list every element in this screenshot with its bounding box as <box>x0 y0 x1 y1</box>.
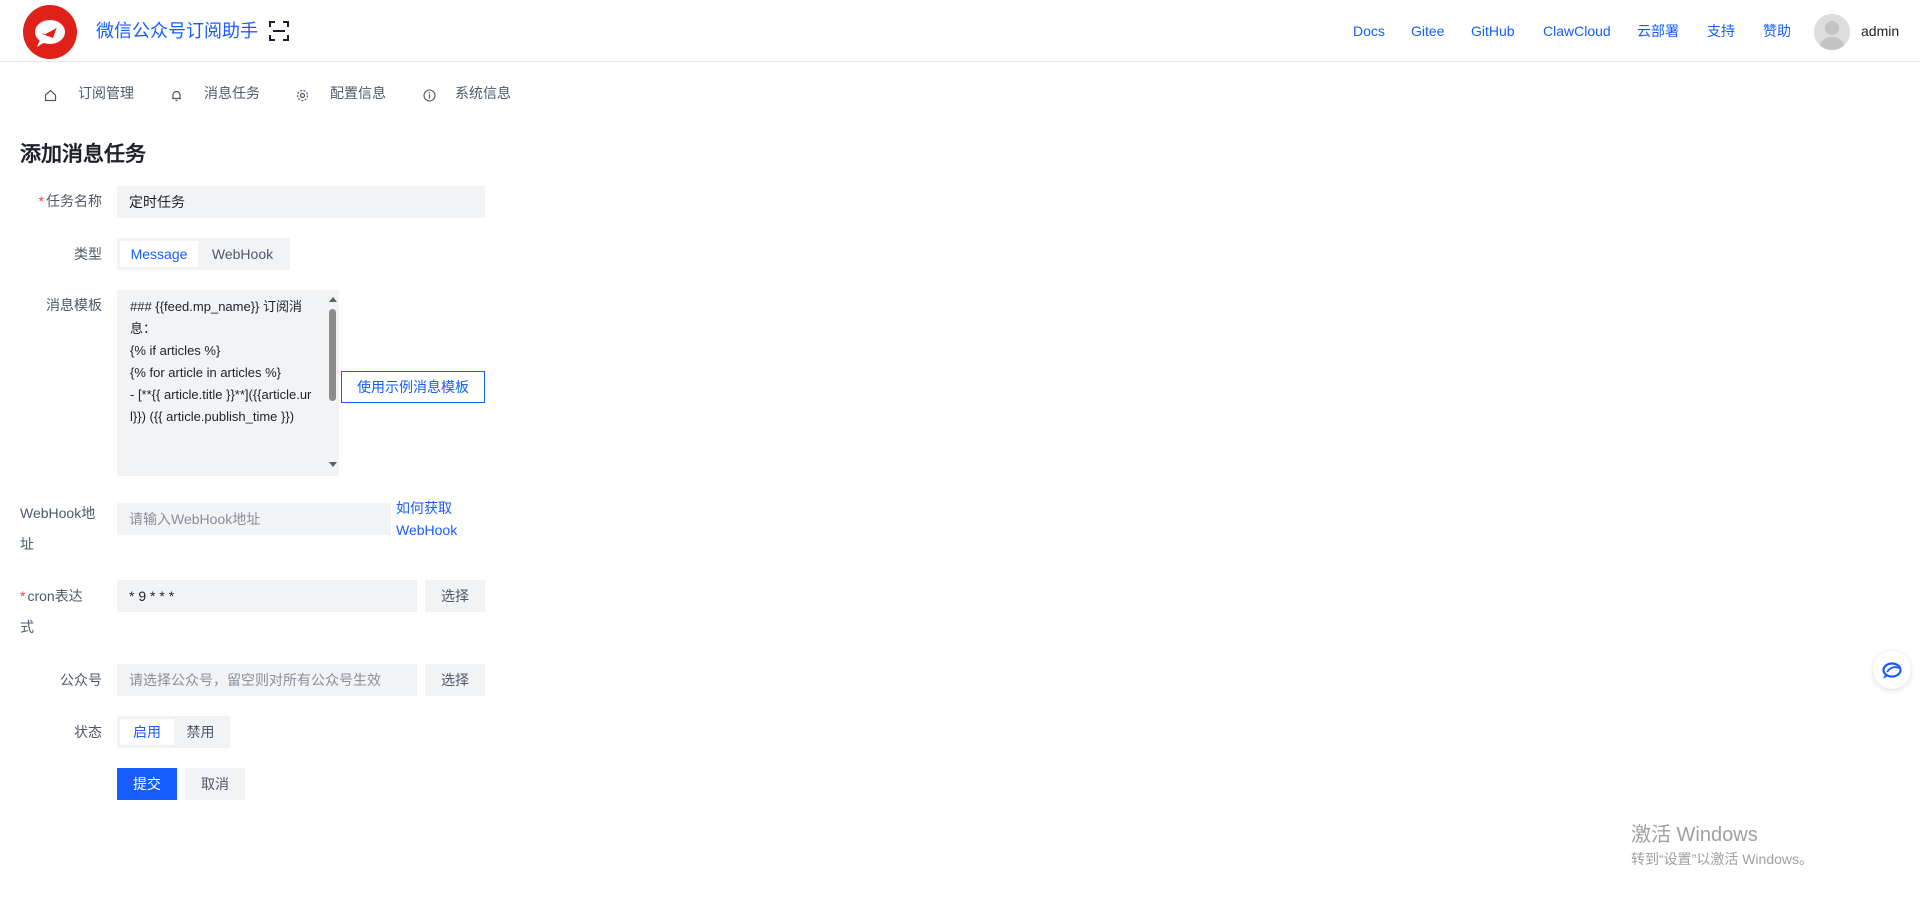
floating-help-button[interactable] <box>1873 651 1911 689</box>
tab-config-info[interactable]: 配置信息 <box>296 83 392 103</box>
task-name-label: * 任务名称 <box>38 193 102 209</box>
tab-label: 配置信息 <box>330 85 386 101</box>
tab-message-tasks[interactable]: 消息任务 <box>170 83 266 103</box>
account-label: 公众号 <box>60 672 102 688</box>
nav-sponsor-link[interactable]: 赞助 <box>1763 22 1791 40</box>
status-segmented: 启用 禁用 <box>117 716 230 748</box>
user-avatar-icon <box>1814 14 1850 50</box>
task-name-input[interactable]: 定时任务 <box>117 186 485 218</box>
page-title: 添加消息任务 <box>20 143 146 166</box>
bell-icon <box>170 87 183 102</box>
type-label: 类型 <box>74 246 102 262</box>
nav-gitee-link[interactable]: Gitee <box>1411 22 1444 40</box>
type-segmented: Message WebHook <box>117 238 290 270</box>
template-scrollbar[interactable] <box>327 292 339 474</box>
status-option-enabled[interactable]: 启用 <box>120 719 174 745</box>
fullscreen-icon[interactable] <box>269 21 289 41</box>
activate-windows-subtitle: 转到“设置”以激活 Windows。 <box>1631 851 1814 867</box>
username[interactable]: admin <box>1861 23 1899 39</box>
tab-label: 消息任务 <box>204 85 260 101</box>
cron-input[interactable]: * 9 * * * <box>117 580 417 612</box>
nav-cloud-deploy-link[interactable]: 云部署 <box>1637 22 1679 40</box>
nav-github-link[interactable]: GitHub <box>1471 22 1515 40</box>
webhook-label: WebHook地址 <box>20 505 96 552</box>
tab-subscription-manage[interactable]: 订阅管理 <box>44 83 140 103</box>
account-input[interactable]: 请选择公众号，留空则对所有公众号生效 <box>117 664 417 696</box>
scroll-down-arrow-icon[interactable] <box>329 462 337 467</box>
app-title[interactable]: 微信公众号订阅助手 <box>96 20 258 42</box>
avatar[interactable] <box>1814 14 1850 50</box>
cancel-button[interactable]: 取消 <box>185 768 245 800</box>
activate-windows-title: 激活 Windows <box>1631 824 1758 846</box>
submit-button[interactable]: 提交 <box>117 768 177 800</box>
tab-system-info[interactable]: 系统信息 <box>423 83 519 103</box>
use-example-template-button[interactable]: 使用示例消息模板 <box>341 371 485 403</box>
type-option-message[interactable]: Message <box>120 241 198 267</box>
scroll-up-arrow-icon[interactable] <box>329 297 337 302</box>
home-icon <box>44 87 57 102</box>
info-icon <box>423 87 436 102</box>
nav-support-link[interactable]: 支持 <box>1707 22 1735 40</box>
template-textarea[interactable]: ### {{feed.mp_name}} 订阅消息： {% if article… <box>117 290 339 476</box>
tab-label: 系统信息 <box>455 85 511 101</box>
template-label: 消息模板 <box>46 297 102 313</box>
scroll-thumb[interactable] <box>329 309 336 401</box>
required-mark: * <box>38 193 44 209</box>
top-header: 微信公众号订阅助手 Docs Gitee GitHub ClawCloud 云部… <box>0 0 1920 62</box>
tab-label: 订阅管理 <box>78 85 134 101</box>
cron-label: * cron表达式 <box>20 588 83 635</box>
gear-icon <box>296 87 309 102</box>
nav-docs-link[interactable]: Docs <box>1353 22 1385 40</box>
type-option-webhook[interactable]: WebHook <box>198 241 287 267</box>
webhook-input[interactable]: 请输入WebHook地址 <box>117 503 391 535</box>
how-to-get-webhook-link[interactable]: 如何获取 WebHook <box>396 497 457 541</box>
logo-icon <box>35 20 65 47</box>
cron-select-button[interactable]: 选择 <box>425 580 485 612</box>
app-logo[interactable] <box>23 5 77 59</box>
status-option-disabled[interactable]: 禁用 <box>174 719 227 745</box>
status-label: 状态 <box>74 724 102 740</box>
account-select-button[interactable]: 选择 <box>425 664 485 696</box>
chat-bubble-icon <box>1882 662 1902 679</box>
template-text: ### {{feed.mp_name}} 订阅消息： {% if article… <box>130 299 312 424</box>
nav-clawcloud-link[interactable]: ClawCloud <box>1543 22 1611 40</box>
